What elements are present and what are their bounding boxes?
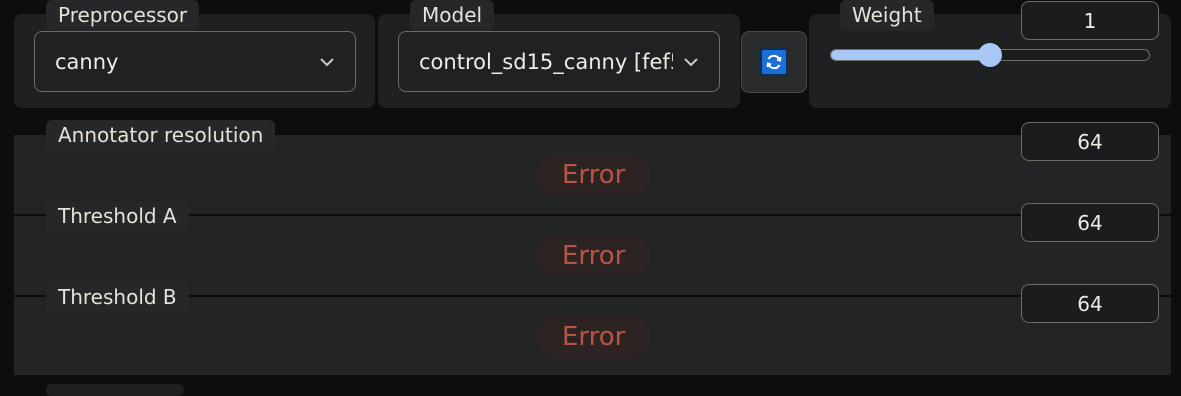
annotator-resolution-input[interactable]: 64 (1021, 122, 1159, 161)
weight-label: Weight (840, 0, 934, 31)
threshold-a-label: Threshold A (46, 201, 189, 232)
next-item-edge (46, 384, 184, 396)
model-dropdown[interactable]: control_sd15_canny [fef5 (398, 31, 720, 92)
threshold-b-label: Threshold B (46, 282, 189, 313)
threshold-b-input[interactable]: 64 (1021, 284, 1159, 323)
error-badge: Error (536, 153, 652, 197)
error-badge: Error (536, 315, 652, 359)
model-label: Model (410, 0, 495, 31)
preprocessor-label: Preprocessor (46, 0, 200, 31)
refresh-icon (760, 48, 788, 76)
model-value: control_sd15_canny [fef5 (419, 49, 673, 74)
weight-slider-fill (831, 50, 990, 60)
weight-input[interactable]: 1 (1021, 1, 1159, 40)
annotator-resolution-label: Annotator resolution (46, 120, 276, 151)
chevron-down-icon (320, 57, 334, 66)
threshold-a-input[interactable]: 64 (1021, 203, 1159, 242)
chevron-down-icon (684, 57, 698, 66)
preprocessor-dropdown[interactable]: canny (34, 31, 356, 92)
preprocessor-value: canny (55, 49, 119, 74)
error-badge: Error (536, 234, 652, 278)
refresh-models-button[interactable] (741, 31, 807, 93)
weight-slider-thumb[interactable] (978, 43, 1002, 67)
